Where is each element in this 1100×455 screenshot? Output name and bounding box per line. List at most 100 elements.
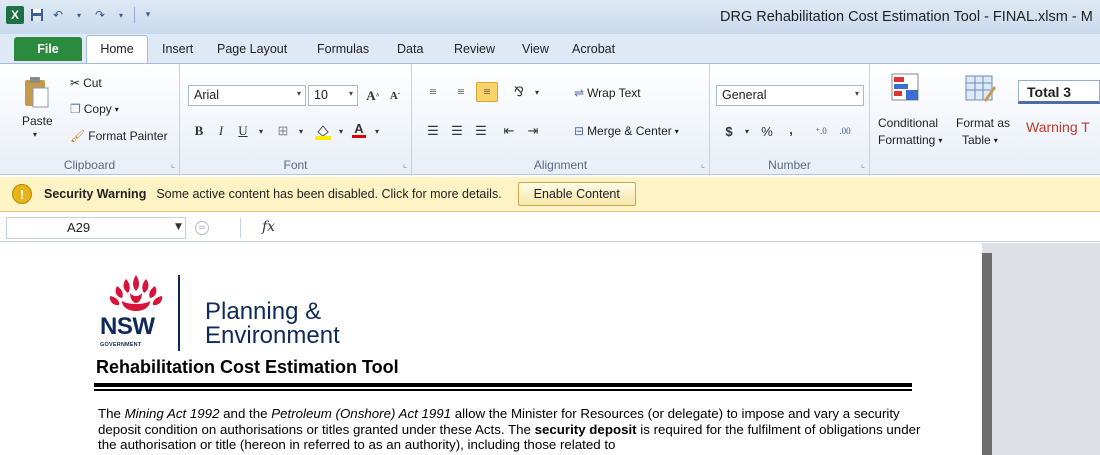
tab-formulas[interactable]: Formulas: [317, 42, 369, 56]
tab-acrobat[interactable]: Acrobat: [572, 42, 615, 56]
paste-label[interactable]: Paste: [22, 114, 53, 128]
grow-font-icon[interactable]: A ^: [362, 86, 384, 106]
format-as-table-label-1[interactable]: Format as: [956, 116, 1010, 130]
enable-content-button[interactable]: Enable Content: [517, 182, 636, 206]
excel-icon[interactable]: X: [6, 6, 24, 24]
window-title: DRG Rehabilitation Cost Estimation Tool …: [720, 9, 1093, 25]
decrease-decimal-icon[interactable]: .00: [834, 121, 856, 141]
logo-environment-text: Environment: [205, 322, 340, 349]
conditional-formatting-label-2[interactable]: Formatting ▾: [878, 133, 942, 147]
chevron-down-icon[interactable]: ▾: [290, 121, 312, 141]
separator: [134, 7, 135, 23]
number-label: Number: [768, 158, 811, 172]
alignment-label: Alignment: [533, 158, 588, 172]
conditional-formatting-label-1[interactable]: Conditional: [878, 116, 938, 130]
title-bar: X ↶ ▾ ↷ ▾ ▾ DRG Rehabilitation Cost Esti…: [0, 0, 1100, 34]
percent-button[interactable]: %: [756, 121, 778, 141]
ribbon-tabs: File Home Insert Page Layout Formulas Da…: [0, 34, 1100, 64]
save-icon[interactable]: [29, 7, 45, 23]
tab-insert[interactable]: Insert: [162, 42, 193, 56]
format-painter-button[interactable]: 🖌 Format Painter: [70, 129, 168, 143]
conditional-formatting-icon[interactable]: [890, 72, 922, 104]
italic-button[interactable]: I: [210, 121, 232, 141]
tab-review[interactable]: Review: [454, 42, 495, 56]
dropdown-small-icon[interactable]: ▾: [71, 7, 87, 23]
insert-function-icon[interactable]: fx: [262, 219, 275, 235]
paste-icon: [25, 77, 49, 108]
bottom-align-icon[interactable]: ≡: [476, 82, 498, 102]
dialog-launcher-icon[interactable]: ⌞: [403, 160, 407, 170]
number-group: General ▾ $ ▾ % , ⁺.0 .00 Number ⌞: [710, 64, 870, 176]
top-align-icon[interactable]: ≡: [422, 82, 444, 102]
logo-divider: [178, 275, 180, 351]
number-format-dropdown[interactable]: General ▾: [716, 85, 864, 106]
scissors-icon: ✂: [70, 76, 81, 90]
brush-icon: 🖌: [70, 129, 86, 143]
format-as-table-icon[interactable]: [964, 72, 996, 104]
tab-page-layout[interactable]: Page Layout: [217, 42, 287, 56]
copy-button[interactable]: ❐ Copy ▾: [70, 102, 119, 116]
format-as-table-label-2[interactable]: Table ▾: [962, 133, 998, 147]
shrink-font-icon[interactable]: Aˇ: [384, 86, 406, 106]
font-group: Arial ▾ 10 ▾ A ^ Aˇ B I U ▾ ⊞ ▾ ▾ A ▾ Font …: [180, 64, 412, 176]
security-warning-title: Security Warning: [44, 187, 147, 201]
customize-qat-icon[interactable]: ▾: [140, 7, 156, 23]
tab-view[interactable]: View: [522, 42, 549, 56]
document-title: Rehabilitation Cost Estimation Tool: [96, 357, 399, 377]
security-warning-message[interactable]: Some active content has been disabled. C…: [156, 187, 501, 201]
wrap-text-button[interactable]: ⇌ Wrap Text: [574, 86, 641, 100]
increase-decimal-icon[interactable]: ⁺.0: [810, 121, 832, 141]
chevron-down-icon[interactable]: ▾: [526, 82, 548, 102]
page-background: [982, 243, 1100, 455]
cut-button[interactable]: ✂ Cut: [70, 76, 102, 90]
align-right-icon[interactable]: ☰: [470, 121, 492, 141]
tab-file[interactable]: File: [14, 37, 82, 61]
copy-icon: ❐: [70, 102, 81, 116]
chevron-down-icon[interactable]: ▼: [175, 222, 182, 232]
shield-warning-icon: !: [12, 184, 32, 204]
formula-bar: A29 ▼ = fx: [0, 214, 1100, 242]
name-box[interactable]: A29: [6, 217, 186, 239]
dialog-launcher-icon[interactable]: ⌞: [701, 160, 705, 170]
font-name-dropdown[interactable]: Arial ▾: [188, 85, 306, 106]
redo-icon[interactable]: ↷: [92, 7, 108, 23]
dropdown-small-icon[interactable]: ▾: [113, 7, 129, 23]
merge-center-button[interactable]: ⊟ Merge & Center ▾: [574, 124, 679, 138]
style-total-3[interactable]: Total 3: [1018, 80, 1100, 104]
chevron-down-icon[interactable]: ▾: [250, 121, 272, 141]
comma-button[interactable]: ,: [780, 119, 802, 139]
paste-button[interactable]: [22, 76, 50, 110]
chevron-down-icon[interactable]: ▾: [736, 121, 758, 141]
chevron-down-icon[interactable]: ▾: [366, 121, 388, 141]
tab-data[interactable]: Data: [397, 42, 423, 56]
style-warning-text[interactable]: Warning T: [1018, 116, 1100, 140]
decrease-indent-icon[interactable]: ⇤: [498, 121, 520, 141]
increase-indent-icon[interactable]: ⇥: [522, 121, 544, 141]
ribbon: Paste ▾ ✂ Cut ❐ Copy ▾ 🖌 Format Painter Clip…: [0, 63, 1100, 176]
waratah-icon: [109, 275, 163, 311]
title-rule-thick: [94, 383, 912, 387]
dialog-launcher-icon[interactable]: ⌞: [861, 160, 865, 170]
font-label: Font: [283, 158, 308, 172]
font-size-dropdown[interactable]: 10 ▾: [308, 85, 358, 106]
logo-government-text: GOVERNMENT: [100, 342, 142, 348]
align-center-icon[interactable]: ☰: [446, 121, 468, 141]
clipboard-group: Paste ▾ ✂ Cut ❐ Copy ▾ 🖌 Format Painter Clip…: [0, 64, 180, 176]
security-warning-bar: ! Security Warning Some active content h…: [0, 177, 1100, 212]
alignment-group: ≡ ≡ ≡ ⅋ ▾ ⇌ Wrap Text ☰ ☰ ☰ ⇤ ⇥ ⊟ Merge & …: [412, 64, 710, 176]
bold-button[interactable]: B: [188, 121, 210, 141]
middle-align-icon[interactable]: ≡: [450, 82, 472, 102]
page-shadow: [982, 253, 992, 455]
cancel-icon[interactable]: =: [195, 221, 209, 235]
worksheet[interactable]: NSW GOVERNMENT Planning & Environment Re…: [0, 243, 1100, 455]
wrap-text-icon: ⇌: [574, 86, 585, 100]
align-left-icon[interactable]: ☰: [422, 121, 444, 141]
intro-paragraph: The Mining Act 1992 and the Petroleum (O…: [98, 406, 921, 452]
divider: [240, 218, 241, 238]
undo-icon[interactable]: ↶: [50, 7, 66, 23]
chevron-down-icon[interactable]: ▾: [33, 130, 37, 139]
dialog-launcher-icon[interactable]: ⌞: [171, 160, 175, 170]
quick-access-toolbar: X ↶ ▾ ↷ ▾ ▾: [6, 6, 156, 24]
tab-home[interactable]: Home: [86, 35, 148, 64]
title-rule-thin: [94, 389, 912, 391]
